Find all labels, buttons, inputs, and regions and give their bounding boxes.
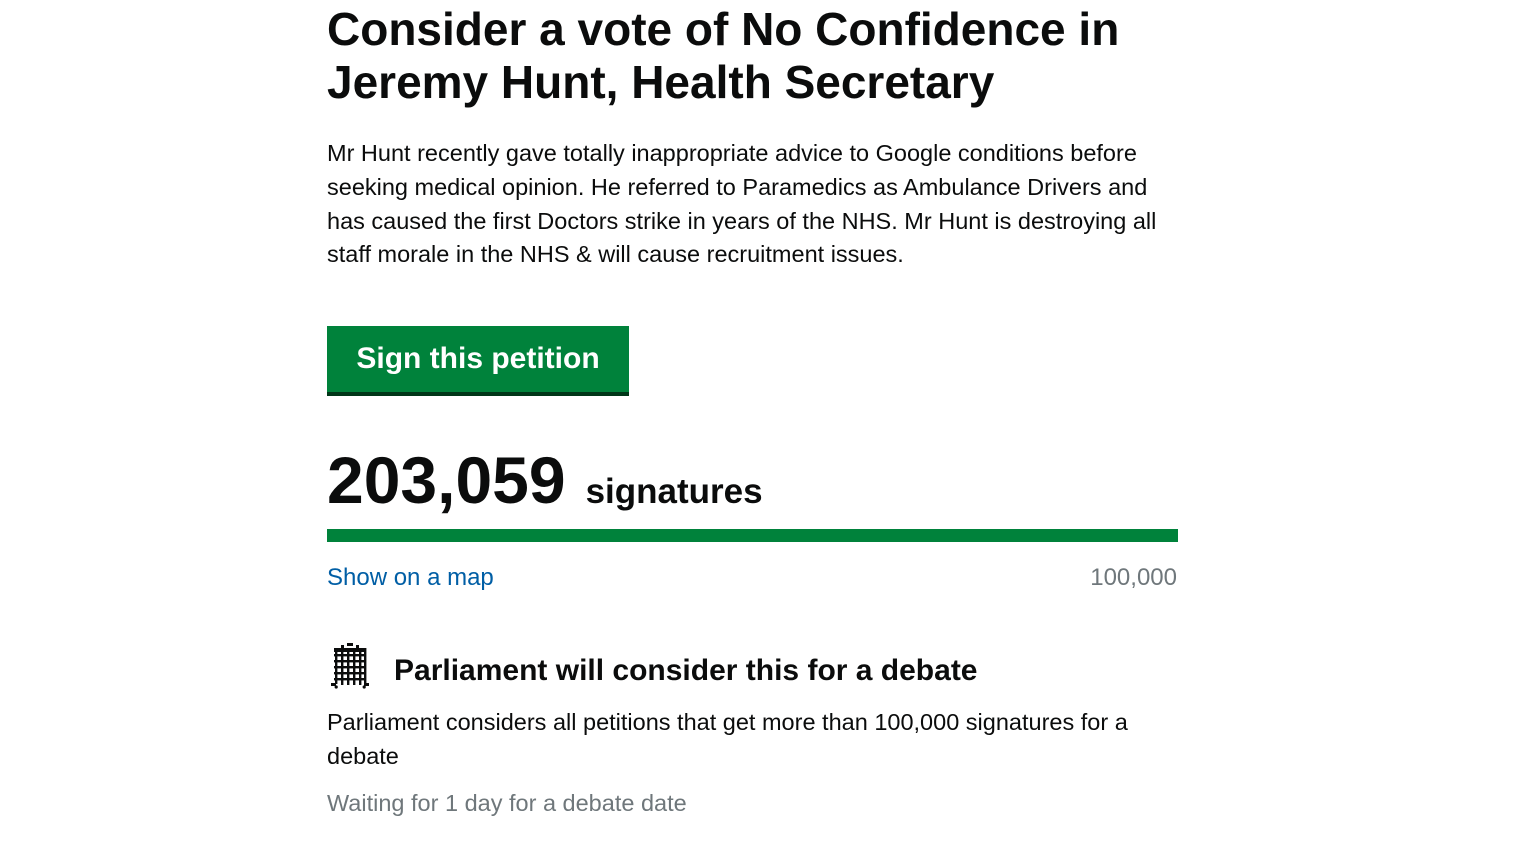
sign-petition-button[interactable]: Sign this petition (327, 326, 629, 396)
signature-progress-bar (327, 529, 1178, 542)
signature-progress-fill (327, 529, 1178, 542)
signature-count: 203,059 signatures (327, 442, 763, 518)
signature-count-label: signatures (585, 472, 763, 511)
signature-count-number: 203,059 (327, 443, 566, 517)
debate-heading: Parliament will consider this for a deba… (394, 654, 978, 687)
debate-status: Waiting for 1 day for a debate date (327, 790, 687, 816)
debate-description: Parliament considers all petitions that … (327, 709, 1128, 769)
petition-description: Mr Hunt recently gave totally inappropri… (327, 140, 1157, 268)
show-on-map-link[interactable]: Show on a map (327, 564, 494, 592)
petition-title: Consider a vote of No Confidence in Jere… (327, 3, 1120, 108)
signature-threshold: 100,000 (1090, 564, 1177, 591)
portcullis-icon (331, 643, 369, 689)
